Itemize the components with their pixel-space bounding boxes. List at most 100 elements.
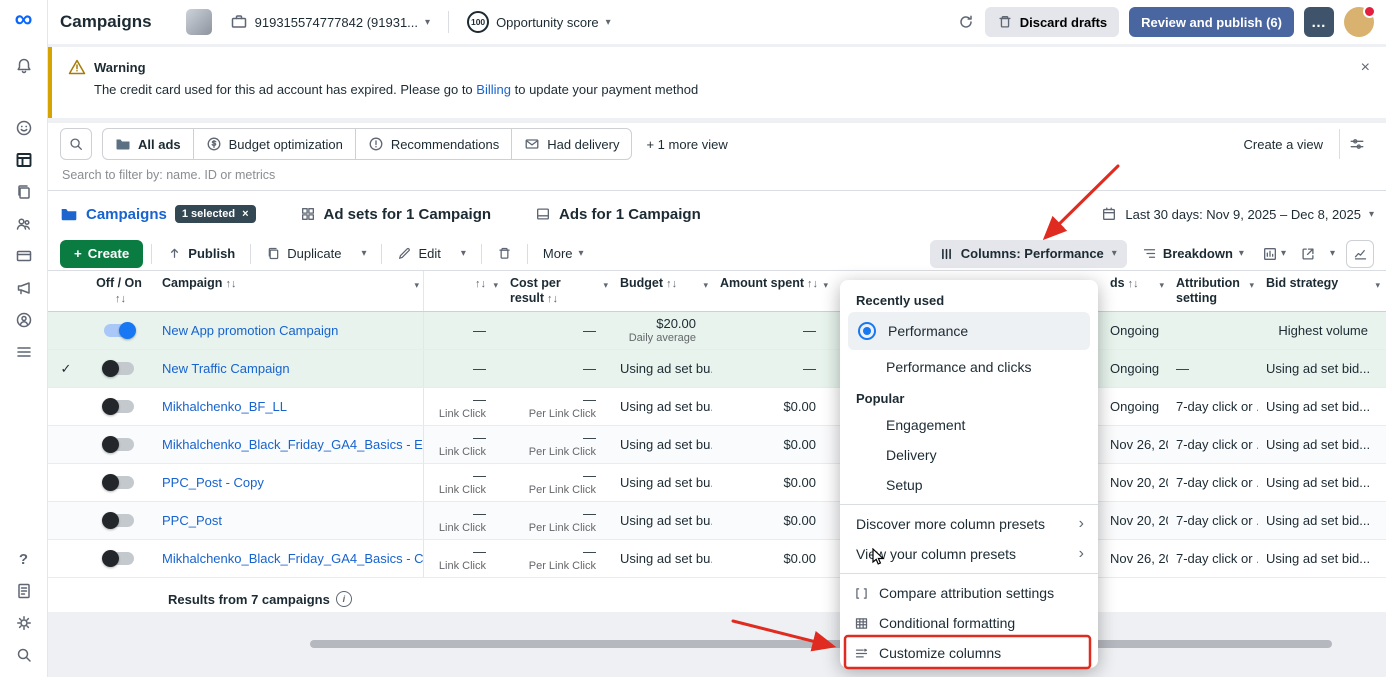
more-views-button[interactable]: + 1 more view	[646, 137, 727, 152]
duplicate-caret-button[interactable]: ▾	[354, 240, 373, 268]
sort-icon[interactable]: ↑↓	[475, 278, 486, 290]
audiences-icon[interactable]	[7, 209, 41, 239]
campaign-name-link[interactable]: Mikhalchenko_BF_LL	[162, 399, 415, 415]
info-icon[interactable]: i	[335, 591, 352, 607]
horizontal-scrollbar[interactable]	[310, 640, 1332, 648]
menu-item-conditional-formatting[interactable]: Conditional formatting	[840, 608, 1098, 638]
settings-gear-icon[interactable]	[7, 608, 41, 638]
filter-caret-icon[interactable]: ▾	[1159, 278, 1164, 293]
reports-doc-icon[interactable]	[7, 576, 41, 606]
column-header-bid-strategy[interactable]: Bid strategy ▾	[1258, 271, 1384, 311]
tab-ad-sets[interactable]: Ad sets for 1 Campaign	[300, 206, 491, 223]
close-icon[interactable]: ×	[1361, 59, 1370, 77]
campaign-toggle[interactable]	[84, 388, 154, 425]
filter-caret-icon[interactable]: ▾	[1249, 278, 1254, 293]
row-select-cell[interactable]	[48, 464, 84, 501]
sort-icon[interactable]: ↑↓	[807, 278, 818, 290]
sort-icon[interactable]: ↑↓	[115, 293, 126, 305]
campaign-name-link[interactable]: PPC_Post - Copy	[162, 475, 415, 491]
column-header-budget[interactable]: Budget ↑↓ ▾	[612, 271, 712, 311]
billing-link[interactable]: Billing	[476, 82, 511, 97]
date-range-selector[interactable]: Last 30 days: Nov 9, 2025 – Dec 8, 2025 …	[1101, 206, 1374, 222]
refresh-icon[interactable]	[957, 13, 975, 31]
billing-card-icon[interactable]	[7, 241, 41, 271]
campaign-name-link[interactable]: Mikhalchenko_Black_Friday_GA4_Basics - E…	[162, 437, 423, 453]
view-settings-sliders-icon[interactable]	[1339, 129, 1374, 159]
filter-caret-icon[interactable]: ▾	[414, 278, 419, 293]
tab-campaigns[interactable]: Campaigns 1 selected ×	[60, 205, 256, 223]
radio-selected-icon[interactable]	[858, 322, 876, 340]
menu-item-engagement[interactable]: Engagement	[840, 410, 1098, 440]
tab-had-delivery[interactable]: Had delivery	[512, 129, 631, 159]
campaign-name-link[interactable]: New App promotion Campaign	[162, 323, 415, 339]
campaign-toggle[interactable]	[84, 502, 154, 539]
column-header-amount-spent[interactable]: Amount spent ↑↓ ▾	[712, 271, 832, 311]
ad-account-selector[interactable]: 919315574777842 (91931... ▾	[222, 13, 438, 31]
column-header-off-on[interactable]: Off / On ↑↓	[84, 271, 154, 311]
campaign-name-link[interactable]: New Traffic Campaign	[162, 361, 415, 377]
table-row[interactable]: Mikhalchenko_Black_Friday_GA4_Basics - E…	[48, 426, 1386, 464]
edit-button[interactable]: Edit	[390, 240, 447, 268]
publish-button[interactable]: Publish	[160, 240, 242, 268]
columns-button[interactable]: Columns: Performance ▾	[929, 239, 1127, 268]
edit-caret-button[interactable]: ▾	[454, 240, 473, 268]
filter-caret-icon[interactable]: ▾	[823, 278, 828, 293]
column-header-attribution-setting[interactable]: Attribution setting ▾	[1168, 271, 1258, 311]
row-select-cell[interactable]	[48, 502, 84, 539]
row-select-cell[interactable]	[48, 540, 84, 577]
menu-item-delivery[interactable]: Delivery	[840, 440, 1098, 470]
campaign-toggle[interactable]	[84, 464, 154, 501]
more-button[interactable]: More ▾	[536, 240, 591, 268]
help-icon[interactable]: ?	[7, 544, 41, 574]
menu-item-view-your-presets[interactable]: View your column presets ›	[840, 539, 1098, 569]
charts-button[interactable]	[1346, 239, 1374, 268]
search-icon[interactable]	[7, 640, 41, 670]
opportunity-score-selector[interactable]: 100 Opportunity score ▾	[459, 11, 619, 33]
menu-item-performance-and-clicks[interactable]: Performance and clicks	[840, 350, 1098, 384]
filter-caret-icon[interactable]: ▾	[493, 278, 498, 293]
ads-megaphone-icon[interactable]	[7, 273, 41, 303]
row-select-cell[interactable]	[48, 426, 84, 463]
column-header-campaign[interactable]: Campaign ↑↓ ▾	[154, 271, 424, 311]
notifications-bell-icon[interactable]	[7, 51, 41, 81]
filter-caret-icon[interactable]: ▾	[703, 278, 708, 293]
row-select-cell[interactable]	[48, 312, 84, 349]
table-row[interactable]: ✓ New Traffic Campaign — — Using ad set …	[48, 350, 1386, 388]
create-a-view-button[interactable]: Create a view	[1244, 137, 1323, 152]
campaign-name-link[interactable]: PPC_Post	[162, 513, 415, 529]
export-button[interactable]	[1297, 240, 1319, 268]
table-row[interactable]: PPC_Post — Link Click — Per Link Click Usi…	[48, 502, 1386, 540]
table-row[interactable]: New App promotion Campaign — — $20.00 Dai…	[48, 312, 1386, 350]
tab-recommendations[interactable]: Recommendations	[356, 129, 513, 159]
row-select-cell[interactable]	[48, 388, 84, 425]
menu-item-compare-attribution[interactable]: Compare attribution settings	[840, 578, 1098, 608]
campaign-toggle[interactable]	[84, 350, 154, 387]
campaign-name-link[interactable]: Mikhalchenko_Black_Friday_GA4_Basics - C…	[162, 551, 423, 567]
discard-drafts-button[interactable]: Discard drafts	[984, 7, 1120, 37]
campaigns-table-icon[interactable]	[7, 145, 41, 175]
profile-avatar[interactable]	[1344, 5, 1376, 37]
tab-ads[interactable]: Ads for 1 Campaign	[535, 206, 701, 223]
row-select-cell[interactable]: ✓	[48, 350, 84, 387]
table-row[interactable]: Mikhalchenko_BF_LL — Link Click — Per Link…	[48, 388, 1386, 426]
search-filter-input[interactable]: Search to filter by: name. ID or metrics	[48, 159, 1386, 191]
menu-item-setup[interactable]: Setup	[840, 470, 1098, 500]
filter-caret-icon[interactable]: ▾	[1375, 278, 1380, 293]
export-caret-button[interactable]: ▾	[1327, 240, 1338, 268]
review-and-publish-button[interactable]: Review and publish (6)	[1129, 7, 1294, 37]
table-row[interactable]: Mikhalchenko_Black_Friday_GA4_Basics - C…	[48, 540, 1386, 578]
account-person-icon[interactable]	[7, 305, 41, 335]
breakdown-button[interactable]: Breakdown ▾	[1135, 240, 1251, 268]
sort-icon[interactable]: ↑↓	[1128, 278, 1139, 290]
campaign-toggle[interactable]	[84, 540, 154, 577]
tab-all-ads[interactable]: All ads	[103, 129, 194, 159]
menu-item-discover-more-presets[interactable]: Discover more column presets ›	[840, 509, 1098, 539]
column-header-results[interactable]: ↑↓ ▾	[424, 271, 502, 311]
sort-icon[interactable]: ↑↓	[666, 278, 677, 290]
sort-icon[interactable]: ↑↓	[547, 293, 558, 305]
menu-item-performance[interactable]: Performance	[848, 312, 1090, 350]
all-tools-menu-icon[interactable]	[7, 337, 41, 367]
column-header-ends[interactable]: ds ↑↓ ▾	[1102, 271, 1168, 311]
clear-selection-icon[interactable]: ×	[242, 208, 248, 220]
delete-trash-icon[interactable]	[490, 240, 519, 268]
